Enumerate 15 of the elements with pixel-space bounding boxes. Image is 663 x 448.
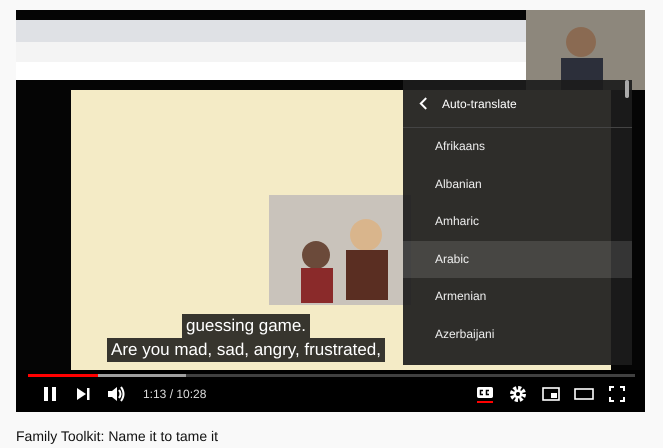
language-option[interactable]: Arabic (403, 240, 632, 278)
language-option[interactable]: Armenian (403, 278, 632, 316)
time-display: 1:13 / 10:28 (143, 386, 206, 400)
video-title: Family Toolkit: Name it to tame it (16, 428, 220, 444)
settings-icon[interactable] (508, 384, 528, 404)
volume-icon[interactable] (106, 384, 126, 404)
language-option[interactable]: Amharic (403, 203, 632, 240)
language-option[interactable]: Afrikaans (403, 128, 632, 166)
language-option[interactable]: Albanian (403, 166, 632, 203)
back-icon[interactable] (419, 97, 428, 110)
scrollbar[interactable] (625, 80, 629, 98)
language-option[interactable]: Azerbaijani (403, 316, 632, 353)
fullscreen-icon[interactable] (607, 384, 627, 404)
menu-title: Auto-translate (442, 96, 517, 110)
progress-bar[interactable] (28, 374, 635, 377)
